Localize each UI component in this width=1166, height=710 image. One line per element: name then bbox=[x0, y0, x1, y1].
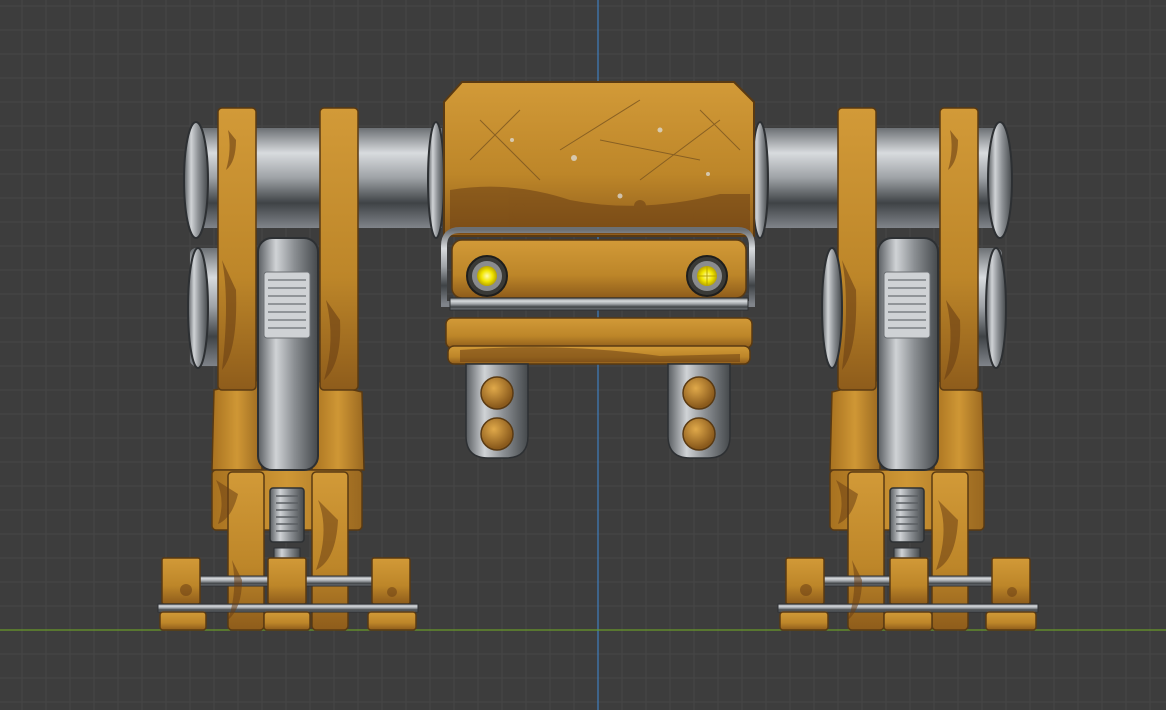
viewport-canvas[interactable] bbox=[0, 0, 1166, 710]
mech-body bbox=[443, 81, 755, 237]
right-front-pad bbox=[667, 363, 731, 459]
left-front-pad bbox=[465, 363, 529, 459]
3d-viewport[interactable] bbox=[0, 0, 1166, 710]
face-plate bbox=[441, 227, 755, 365]
left-eye-icon bbox=[466, 255, 508, 297]
right-eye-icon bbox=[686, 255, 728, 297]
